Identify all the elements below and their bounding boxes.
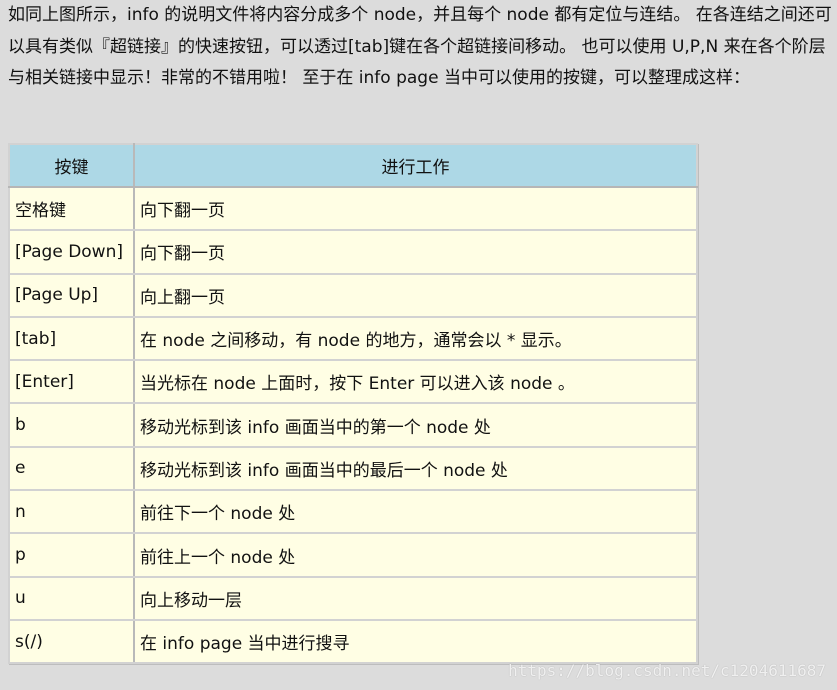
column-header-key: 按键 xyxy=(8,143,135,188)
column-header-action: 进行工作 xyxy=(133,143,698,188)
action-cell: 前往下一个 node 处 xyxy=(133,489,698,535)
table-row: p 前往上一个 node 处 xyxy=(8,532,698,578)
key-cell: n xyxy=(8,489,135,535)
table-row: [Page Up] 向上翻一页 xyxy=(8,272,698,318)
key-cell: [tab] xyxy=(8,315,135,362)
table-row: [Page Down] 向下翻一页 xyxy=(8,229,698,275)
key-cell: [Enter] xyxy=(8,359,135,405)
key-cell: [Page Down] xyxy=(8,229,135,275)
table-row: b 移动光标到该 info 画面当中的第一个 node 处 xyxy=(8,402,698,448)
action-cell: 向下翻一页 xyxy=(133,229,698,275)
table-row: n 前往下一个 node 处 xyxy=(8,489,698,535)
action-cell: 在 info page 当中进行搜寻 xyxy=(133,618,698,665)
action-cell: 向上移动一层 xyxy=(133,575,698,621)
action-cell: 移动光标到该 info 画面当中的第一个 node 处 xyxy=(133,402,698,448)
table-row: [tab] 在 node 之间移动，有 node 的地方，通常会以 * 显示。 xyxy=(8,315,698,362)
action-cell: 在 node 之间移动，有 node 的地方，通常会以 * 显示。 xyxy=(133,315,698,362)
table-row: 空格键 向下翻一页 xyxy=(8,185,698,232)
key-cell: u xyxy=(8,575,135,621)
action-cell: 当光标在 node 上面时，按下 Enter 可以进入该 node 。 xyxy=(133,359,698,405)
action-cell: 向下翻一页 xyxy=(133,185,698,232)
key-cell: b xyxy=(8,402,135,448)
key-cell: p xyxy=(8,532,135,578)
action-cell: 移动光标到该 info 画面当中的最后一个 node 处 xyxy=(133,445,698,492)
source-watermark: https://blog.csdn.net/c1204611687 xyxy=(508,661,826,680)
intro-paragraph: 如同上图所示，info 的说明文件将内容分成多个 node，并且每个 node … xyxy=(8,5,832,88)
key-binding-table: 按键 进行工作 空格键 向下翻一页 [Page Down] 向下翻一页 [Pag… xyxy=(8,143,698,665)
key-cell: s(/) xyxy=(8,618,135,665)
key-cell: [Page Up] xyxy=(8,272,135,318)
key-cell: e xyxy=(8,445,135,492)
action-cell: 前往上一个 node 处 xyxy=(133,532,698,578)
table-row: [Enter] 当光标在 node 上面时，按下 Enter 可以进入该 nod… xyxy=(8,359,698,405)
table-row: u 向上移动一层 xyxy=(8,575,698,621)
action-cell: 向上翻一页 xyxy=(133,272,698,318)
table-header-row: 按键 进行工作 xyxy=(8,143,698,188)
table-row: e 移动光标到该 info 画面当中的最后一个 node 处 xyxy=(8,445,698,492)
key-cell: 空格键 xyxy=(8,185,135,232)
table-row: s(/) 在 info page 当中进行搜寻 xyxy=(8,618,698,665)
